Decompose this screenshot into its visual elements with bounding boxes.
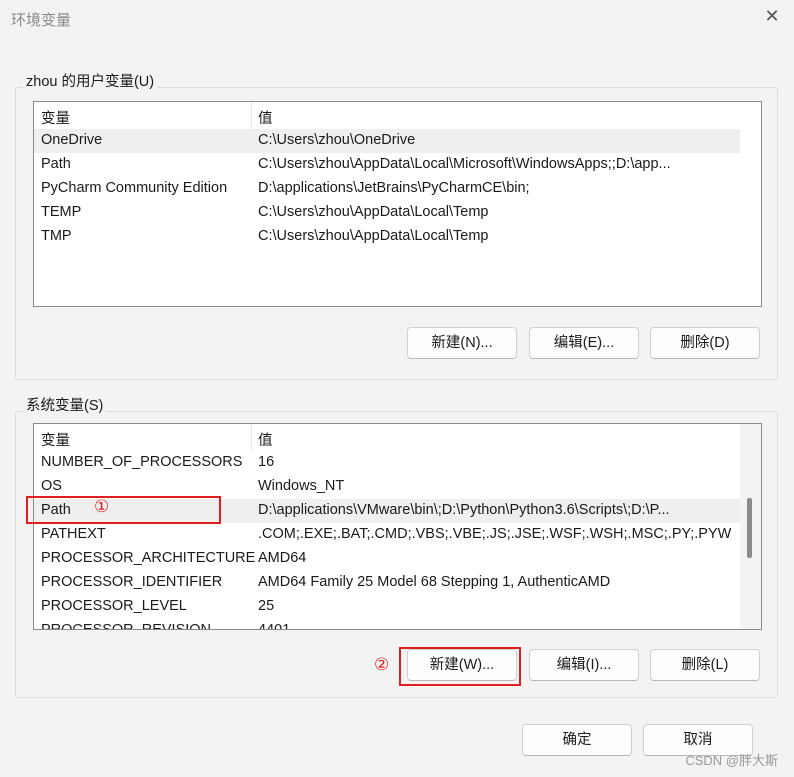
table-row[interactable]: NUMBER_OF_PROCESSORS 16 [34,451,740,475]
watermark: CSDN @胖大斯 [685,753,778,768]
ok-button[interactable]: 确定 [522,724,632,756]
variable-value: 25 [258,598,275,614]
close-icon[interactable]: ✕ [762,6,782,30]
scrollbar[interactable] [740,424,761,629]
variable-value: C:\Users\zhou\AppData\Local\Temp [258,204,489,220]
table-row[interactable]: TEMP C:\Users\zhou\AppData\Local\Temp [34,201,740,225]
column-header-value[interactable]: 值 [258,429,738,450]
variable-value: D:\applications\JetBrains\PyCharmCE\bin; [258,180,530,196]
table-row[interactable]: PyCharm Community Edition D:\applications… [34,177,740,201]
variable-value: AMD64 Family 25 Model 68 Stepping 1, Aut… [258,574,611,590]
annotation-step-1: ① [94,497,110,516]
variable-name: PROCESSOR_REVISION [41,622,212,630]
column-header-name[interactable]: 变量 [41,429,70,450]
variable-value: C:\Users\zhou\OneDrive [258,132,416,148]
table-row[interactable]: Path C:\Users\zhou\AppData\Local\Microsof… [34,153,740,177]
variable-name: TEMP [41,204,82,220]
window-title: 环境变量 [11,12,72,29]
variable-value: 4401 [258,622,291,630]
variable-value: D:\applications\VMware\bin\;D:\Python\Py… [258,502,670,518]
column-header-name[interactable]: 变量 [41,107,70,128]
variable-name: TMP [41,228,72,244]
annotation-box-path [26,496,221,524]
variable-name: PATHEXT [41,526,106,542]
variable-value: C:\Users\zhou\AppData\Local\Microsoft\Wi… [258,156,671,172]
user-vars-label: zhou 的用户变量(U) [23,70,158,91]
user-vars-list[interactable]: 变量 值 OneDrive C:\Users\zhou\OneDrive Path C… [33,101,762,307]
system-vars-list[interactable]: 变量 值 NUMBER_OF_PROCESSORS 16 OS Windows_NT P… [33,423,762,630]
annotation-box-new [399,647,521,686]
variable-name: PyCharm Community Edition [41,180,228,196]
variable-value: AMD64 [258,550,307,566]
table-row[interactable]: PROCESSOR_REVISION 4401 [34,619,740,630]
system-delete-button[interactable]: 删除(L) [650,649,760,681]
system-vars-label: 系统变量(S) [23,394,107,415]
table-row[interactable]: TMP C:\Users\zhou\AppData\Local\Temp [34,225,740,249]
variable-name: NUMBER_OF_PROCESSORS [41,454,243,470]
table-row[interactable]: PATHEXT .COM;.EXE;.BAT;.CMD;.VBS;.VBE;.JS… [34,523,740,547]
variable-name: PROCESSOR_ARCHITECTURE [41,550,256,566]
list-header: 变量 值 [34,102,740,129]
variable-value: Windows_NT [258,478,345,494]
variable-name: Path [41,156,71,172]
user-delete-button[interactable]: 删除(D) [650,327,760,359]
variable-name: OneDrive [41,132,103,148]
variable-value: 16 [258,454,275,470]
column-header-value[interactable]: 值 [258,107,738,128]
annotation-step-2: ② [374,655,390,674]
user-new-button[interactable]: 新建(N)... [407,327,517,359]
table-row[interactable]: PROCESSOR_IDENTIFIER AMD64 Family 25 Mode… [34,571,740,595]
table-row[interactable]: PROCESSOR_LEVEL 25 [34,595,740,619]
user-edit-button[interactable]: 编辑(E)... [529,327,639,359]
system-edit-button[interactable]: 编辑(I)... [529,649,639,681]
title-bar [0,0,794,38]
variable-value: C:\Users\zhou\AppData\Local\Temp [258,228,489,244]
table-row[interactable]: OneDrive C:\Users\zhou\OneDrive [34,129,740,153]
variable-name: OS [41,478,62,494]
list-header: 变量 值 [34,424,740,451]
variable-name: PROCESSOR_IDENTIFIER [41,574,223,590]
variable-value: .COM;.EXE;.BAT;.CMD;.VBS;.VBE;.JS;.JSE;.… [258,526,732,542]
variable-name: PROCESSOR_LEVEL [41,598,187,614]
scrollbar-thumb[interactable] [747,498,752,558]
table-row[interactable]: PROCESSOR_ARCHITECTURE AMD64 [34,547,740,571]
